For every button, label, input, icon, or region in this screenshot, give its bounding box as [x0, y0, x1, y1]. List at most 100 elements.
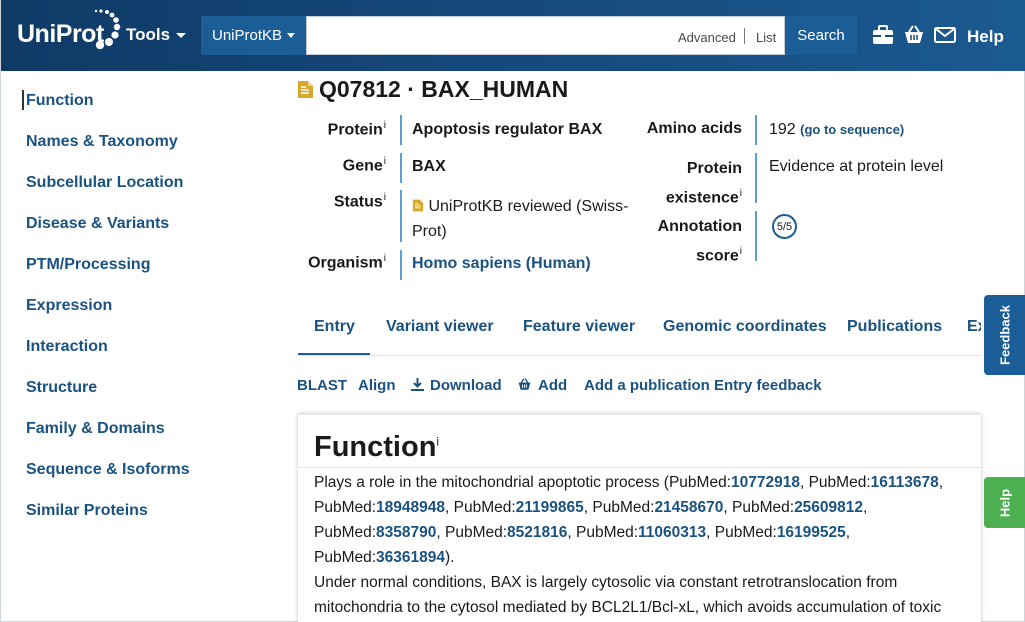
info-icon[interactable]: i — [740, 246, 742, 257]
search-button[interactable]: Search — [785, 16, 857, 55]
gene-label: Genei — [342, 156, 386, 175]
annotation-score-badge: 5/5 — [772, 214, 797, 239]
reviewed-icon — [412, 199, 424, 212]
pubmed-link[interactable]: 25609812 — [794, 499, 863, 516]
gene-name: BAX — [412, 158, 446, 175]
protein-existence-value: Evidence at protein level — [769, 158, 944, 175]
info-icon[interactable]: i — [384, 120, 386, 131]
active-section-marker — [22, 90, 24, 110]
pubmed-link[interactable]: 8521816 — [507, 524, 567, 541]
divider — [744, 28, 745, 44]
sidebar-item-function[interactable]: Function — [26, 92, 94, 110]
pubmed-link[interactable]: 8358790 — [376, 524, 436, 541]
function-text-line: PubMed:18948948, PubMed:21199865, PubMed… — [314, 499, 868, 516]
divider — [298, 467, 981, 468]
reviewed-entry-icon — [298, 81, 313, 98]
value-divider — [755, 211, 757, 261]
top-navigation-bar: UniProt Tools UniProtKB Advanced List Se… — [1, 0, 1025, 71]
entry-title: Q07812 · BAX_HUMAN — [319, 76, 569, 102]
toolbox-icon[interactable] — [872, 25, 894, 45]
database-select-label: UniProtKB — [211, 27, 283, 44]
annotation-score-label: Annotation scorei — [657, 218, 742, 265]
protein-existence-label: Protein existencei — [665, 160, 742, 207]
download-button[interactable]: Download — [410, 377, 502, 394]
pubmed-link[interactable]: 21458670 — [654, 499, 723, 516]
sidebar-item-similar-proteins[interactable]: Similar Proteins — [26, 502, 148, 520]
pubmed-link[interactable]: 11060313 — [638, 524, 706, 541]
add-to-basket-button[interactable]: Add — [517, 377, 567, 394]
value-divider — [400, 153, 402, 183]
status-value: UniProtKB reviewed (Swiss- Prot) — [412, 198, 629, 240]
logo-dots-icon — [94, 9, 121, 50]
organism-label: Organismi — [308, 253, 386, 272]
pubmed-link[interactable]: 36361894 — [376, 549, 445, 566]
value-divider — [400, 115, 402, 145]
tab-genomic-coordinates[interactable]: Genomic coordinates — [663, 318, 827, 336]
organism-link[interactable]: Homo sapiens (Human) — [412, 255, 591, 273]
sidebar-item-structure[interactable]: Structure — [26, 379, 97, 397]
pubmed-link[interactable]: 21199865 — [516, 499, 584, 516]
sidebar-item-ptm-processing[interactable]: PTM/Processing — [26, 256, 150, 274]
blast-button[interactable]: BLAST — [297, 377, 347, 394]
feedback-tab-label: Feedback — [997, 305, 1013, 365]
info-icon[interactable]: i — [384, 192, 386, 203]
tab-external-links[interactable]: Ex — [967, 318, 981, 336]
sidebar-item-family-domains[interactable]: Family & Domains — [26, 420, 165, 438]
chevron-down-icon — [287, 33, 296, 38]
feedback-tab[interactable]: Feedback — [984, 295, 1025, 375]
add-publication-button[interactable]: Add a publication — [584, 377, 710, 394]
sidebar-item-sequence-isoforms[interactable]: Sequence & Isoforms — [26, 461, 190, 479]
entry-feedback-button[interactable]: Entry feedback — [714, 377, 822, 394]
tab-variant-viewer[interactable]: Variant viewer — [386, 318, 494, 336]
mail-icon[interactable] — [934, 25, 956, 45]
value-divider — [400, 190, 402, 242]
tab-entry[interactable]: Entry — [314, 318, 355, 336]
function-text-line: Under normal conditions, BAX is largely … — [314, 574, 898, 591]
sidebar-item-interaction[interactable]: Interaction — [26, 338, 108, 356]
tab-feature-viewer[interactable]: Feature viewer — [523, 318, 635, 336]
function-text-line: PubMed:8358790, PubMed:8521816, PubMed:1… — [314, 524, 851, 541]
value-divider — [755, 153, 757, 203]
info-icon[interactable]: i — [384, 253, 386, 264]
value-divider — [400, 250, 402, 280]
help-tab[interactable]: Help — [984, 477, 1025, 528]
entry-tabs: Entry Variant viewer Feature viewer Geno… — [298, 304, 981, 356]
download-icon — [411, 378, 424, 391]
info-icon[interactable]: i — [740, 188, 742, 199]
pubmed-link[interactable]: 16199525 — [777, 524, 846, 541]
pubmed-link[interactable]: 18948948 — [376, 499, 445, 516]
pubmed-link[interactable]: 16113678 — [871, 474, 939, 491]
value-divider — [755, 115, 757, 145]
go-to-sequence-link[interactable]: (go to sequence) — [800, 122, 904, 137]
search-box: Advanced List — [306, 16, 785, 55]
basket-icon[interactable] — [903, 25, 925, 45]
tab-publications[interactable]: Publications — [847, 318, 942, 336]
amino-acids-value: 192 (go to sequence) — [769, 121, 905, 138]
search-input[interactable] — [307, 17, 667, 54]
help-link[interactable]: Help — [967, 27, 1004, 47]
sidebar-item-disease-variants[interactable]: Disease & Variants — [26, 215, 169, 233]
advanced-search-link[interactable]: Advanced — [678, 30, 736, 45]
sidebar-item-expression[interactable]: Expression — [26, 297, 112, 315]
chevron-down-icon — [176, 33, 187, 39]
pubmed-link[interactable]: 10772918 — [731, 474, 800, 491]
function-text-line: PubMed:36361894). — [314, 549, 455, 566]
function-heading: Functioni — [314, 431, 440, 463]
function-text-line: Plays a role in the mitochondrial apopto… — [314, 474, 944, 491]
protein-name: Apoptosis regulator BAX — [412, 121, 603, 138]
tools-label: Tools — [126, 25, 171, 44]
info-icon[interactable]: i — [436, 434, 439, 448]
info-icon[interactable]: i — [384, 156, 386, 167]
protein-label: Proteini — [327, 120, 386, 139]
function-section: Functioni Plays a role in the mitochondr… — [298, 414, 981, 622]
amino-acids-label: Amino acids — [646, 120, 742, 137]
function-text-line: mitochondria to the cytosol mediated by … — [314, 599, 942, 616]
database-select[interactable]: UniProtKB — [201, 16, 306, 55]
sidebar-item-subcellular-location[interactable]: Subcellular Location — [26, 174, 183, 192]
help-tab-label: Help — [997, 488, 1013, 517]
sidebar-item-names-taxonomy[interactable]: Names & Taxonomy — [26, 133, 178, 151]
status-label: Statusi — [333, 192, 386, 211]
tools-menu[interactable]: Tools — [126, 25, 187, 45]
list-search-link[interactable]: List — [756, 30, 776, 45]
align-button[interactable]: Align — [358, 377, 396, 394]
